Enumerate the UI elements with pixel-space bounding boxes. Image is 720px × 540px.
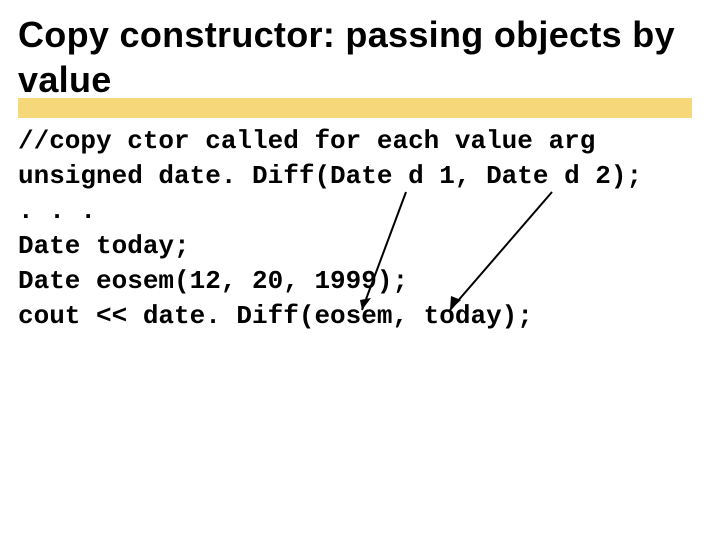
code-line-6: cout << date. Diff(eosem, today); bbox=[18, 301, 533, 331]
code-line-3: . . . bbox=[18, 196, 96, 226]
code-line-4: Date today; bbox=[18, 231, 190, 261]
code-line-1: //copy ctor called for each value arg bbox=[18, 126, 595, 156]
slide: Copy constructor: passing objects by val… bbox=[0, 0, 720, 540]
title-container: Copy constructor: passing objects by val… bbox=[18, 12, 702, 102]
slide-title: Copy constructor: passing objects by val… bbox=[18, 12, 702, 102]
code-line-2: unsigned date. Diff(Date d 1, Date d 2); bbox=[18, 161, 642, 191]
code-line-5: Date eosem(12, 20, 1999); bbox=[18, 266, 408, 296]
code-block: //copy ctor called for each value arg un… bbox=[18, 124, 702, 335]
